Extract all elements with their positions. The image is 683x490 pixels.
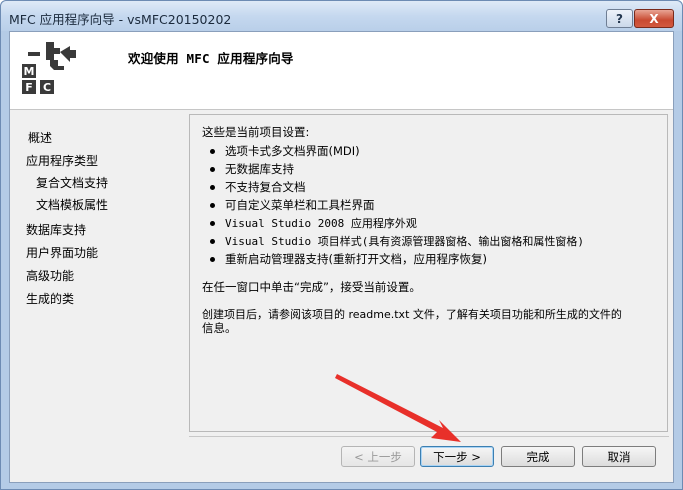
nav-item-advanced[interactable]: 高级功能	[26, 267, 74, 284]
cancel-button[interactable]: 取消	[582, 446, 656, 467]
readme-note-line2: 信息。	[202, 321, 237, 335]
setting-item: Visual Studio 2008 应用程序外观	[210, 215, 417, 231]
nav-item-doc-template[interactable]: 文档模板属性	[36, 196, 108, 213]
setting-text: 选项卡式多文档界面(MDI)	[225, 144, 360, 158]
mfc-logo: M F C	[22, 42, 76, 94]
wizard-header: M F C 欢迎使用 MFC 应用程序向导	[10, 32, 673, 110]
logo-letter-c: C	[43, 81, 51, 94]
setting-item: 选项卡式多文档界面(MDI)	[210, 143, 360, 159]
close-icon: X	[649, 11, 659, 26]
next-button[interactable]: 下一步 >	[420, 446, 494, 467]
readme-note-line1: 创建项目后，请参阅该项目的 readme.txt 文件，了解有关项目功能和所生成…	[202, 308, 622, 321]
wizard-window: MFC 应用程序向导 - vsMFC20150202 ? X M F C 欢迎使…	[0, 0, 683, 490]
nav-item-compound-doc[interactable]: 复合文档支持	[36, 174, 108, 191]
setting-item: 无数据库支持	[210, 161, 294, 177]
nav-item-app-type[interactable]: 应用程序类型	[26, 152, 98, 169]
bullet-icon	[210, 148, 215, 154]
bullet-icon	[210, 238, 215, 244]
setting-item: 不支持复合文档	[210, 179, 306, 195]
nav-item-overview[interactable]: 概述	[28, 129, 52, 146]
nav-item-database[interactable]: 数据库支持	[26, 221, 86, 238]
intro-text: 这些是当前项目设置:	[202, 125, 310, 139]
finish-note: 在任一窗口中单击“完成”，接受当前设置。	[202, 280, 421, 294]
wizard-body: M F C 欢迎使用 MFC 应用程序向导 概述 应用程序类型 复合文档支持 文…	[9, 31, 674, 483]
setting-text: 重新启动管理器支持(重新打开文档，应用程序恢复)	[225, 252, 487, 266]
previous-button[interactable]: < 上一步	[341, 446, 415, 467]
setting-text: 可自定义菜单栏和工具栏界面	[225, 198, 375, 212]
overview-panel: 这些是当前项目设置: 选项卡式多文档界面(MDI) 无数据库支持 不支持复合文档…	[189, 114, 668, 432]
nav-item-generated-classes[interactable]: 生成的类	[26, 290, 74, 307]
setting-text: 无数据库支持	[225, 162, 294, 176]
window-title: MFC 应用程序向导 - vsMFC20150202	[9, 12, 232, 27]
bullet-icon	[210, 184, 215, 190]
title-bar[interactable]: MFC 应用程序向导 - vsMFC20150202 ? X	[1, 1, 682, 31]
page-title: 欢迎使用 MFC 应用程序向导	[128, 51, 294, 66]
bullet-icon	[210, 220, 215, 226]
bullet-icon	[210, 166, 215, 172]
button-separator	[189, 436, 669, 437]
close-button[interactable]: X	[634, 9, 674, 28]
setting-item: 重新启动管理器支持(重新打开文档，应用程序恢复)	[210, 251, 487, 267]
help-button[interactable]: ?	[606, 9, 633, 28]
bullet-icon	[210, 202, 215, 208]
nav-item-ui-features[interactable]: 用户界面功能	[26, 244, 98, 261]
setting-text: 不支持复合文档	[225, 180, 306, 194]
logo-letter-f: F	[25, 81, 33, 94]
logo-letter-m: M	[24, 65, 35, 78]
setting-item: 可自定义菜单栏和工具栏界面	[210, 197, 375, 213]
finish-button[interactable]: 完成	[501, 446, 575, 467]
setting-item: Visual Studio 项目样式(具有资源管理器窗格、输出窗格和属性窗格)	[210, 233, 584, 249]
setting-text: Visual Studio 项目样式(具有资源管理器窗格、输出窗格和属性窗格)	[225, 235, 584, 248]
setting-text: Visual Studio 2008 应用程序外观	[225, 217, 417, 230]
bullet-icon	[210, 256, 215, 262]
